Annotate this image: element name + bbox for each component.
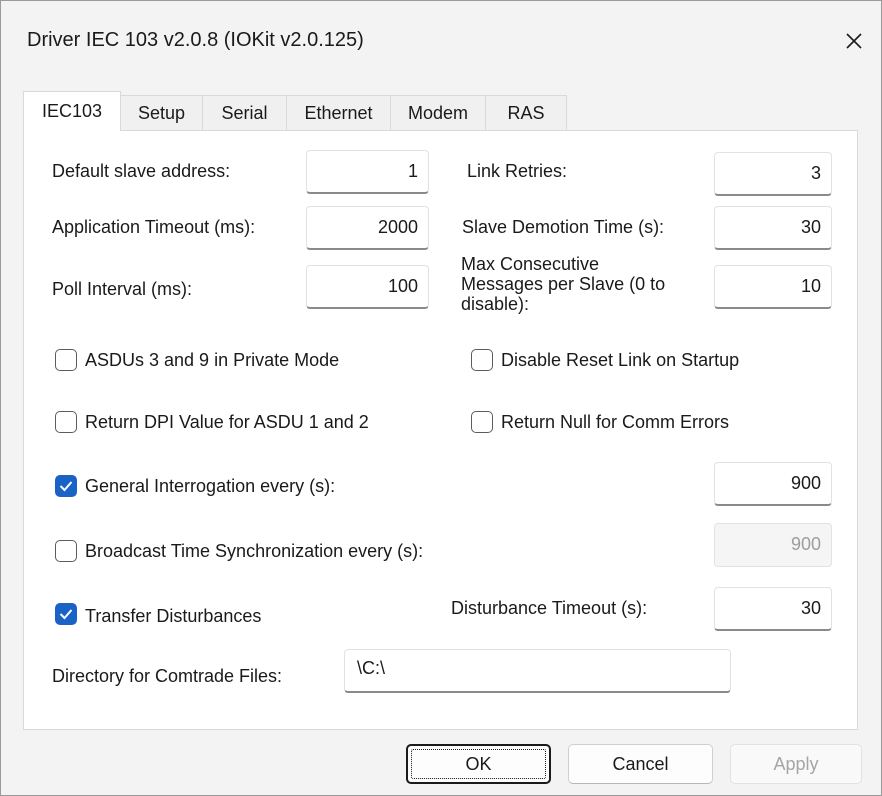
window-title: Driver IEC 103 v2.0.8 (IOKit v2.0.125) xyxy=(27,29,364,51)
broadcast-time-sync-input: 900 xyxy=(714,523,832,567)
disable-reset-link-checkbox[interactable] xyxy=(471,349,493,371)
tab-iec103[interactable]: IEC103 xyxy=(23,91,121,131)
link-retries-input[interactable]: 3 xyxy=(714,152,832,196)
return-null-label: Return Null for Comm Errors xyxy=(501,412,730,432)
checkmark-icon xyxy=(59,609,73,620)
general-interrogation-input[interactable]: 900 xyxy=(714,462,832,506)
comtrade-directory-label: Directory for Comtrade Files: xyxy=(52,666,283,686)
disturbance-timeout-label: Disturbance Timeout (s): xyxy=(451,598,648,618)
dialog-window: Driver IEC 103 v2.0.8 (IOKit v2.0.125) I… xyxy=(0,0,882,796)
asdus-private-mode-checkbox[interactable] xyxy=(55,349,77,371)
return-null-checkbox[interactable] xyxy=(471,411,493,433)
link-retries-label: Link Retries: xyxy=(467,161,568,181)
application-timeout-input[interactable]: 2000 xyxy=(306,206,429,250)
return-dpi-value-label: Return DPI Value for ASDU 1 and 2 xyxy=(85,412,369,432)
ok-button[interactable]: OK xyxy=(406,744,551,784)
transfer-disturbances-label: Transfer Disturbances xyxy=(85,606,262,626)
asdus-private-mode-label: ASDUs 3 and 9 in Private Mode xyxy=(85,350,340,370)
return-dpi-value-checkbox[interactable] xyxy=(55,411,77,433)
transfer-disturbances-checkbox[interactable] xyxy=(55,603,77,625)
general-interrogation-label: General Interrogation every (s): xyxy=(85,476,336,496)
general-interrogation-checkbox[interactable] xyxy=(55,475,77,497)
default-slave-address-input[interactable]: 1 xyxy=(306,150,429,194)
tab-ras[interactable]: RAS xyxy=(485,95,567,130)
close-icon xyxy=(846,33,862,49)
tab-ethernet[interactable]: Ethernet xyxy=(286,95,391,130)
cancel-button[interactable]: Cancel xyxy=(568,744,713,784)
broadcast-time-sync-checkbox[interactable] xyxy=(55,540,77,562)
tab-serial[interactable]: Serial xyxy=(202,95,287,130)
max-consecutive-messages-input[interactable]: 10 xyxy=(714,265,832,309)
disable-reset-link-label: Disable Reset Link on Startup xyxy=(501,350,740,370)
default-slave-address-label: Default slave address: xyxy=(52,161,231,181)
tab-setup[interactable]: Setup xyxy=(120,95,203,130)
poll-interval-label: Poll Interval (ms): xyxy=(52,279,193,299)
checkmark-icon xyxy=(59,481,73,492)
broadcast-time-sync-label: Broadcast Time Synchronization every (s)… xyxy=(85,541,424,561)
apply-button: Apply xyxy=(730,744,862,784)
max-consecutive-messages-label: Max Consecutive Messages per Slave (0 to… xyxy=(461,254,666,314)
poll-interval-input[interactable]: 100 xyxy=(306,265,429,309)
title-bar: Driver IEC 103 v2.0.8 (IOKit v2.0.125) xyxy=(1,1,881,81)
application-timeout-label: Application Timeout (ms): xyxy=(52,217,256,237)
tab-modem[interactable]: Modem xyxy=(390,95,486,130)
comtrade-directory-input[interactable]: \C:\ xyxy=(344,649,731,693)
slave-demotion-time-input[interactable]: 30 xyxy=(714,206,832,250)
slave-demotion-time-label: Slave Demotion Time (s): xyxy=(462,217,665,237)
close-button[interactable] xyxy=(831,19,877,63)
disturbance-timeout-input[interactable]: 30 xyxy=(714,587,832,631)
tab-panel-iec103: Default slave address: 1 Link Retries: 3… xyxy=(23,130,858,730)
ok-button-label: OK xyxy=(411,749,546,779)
